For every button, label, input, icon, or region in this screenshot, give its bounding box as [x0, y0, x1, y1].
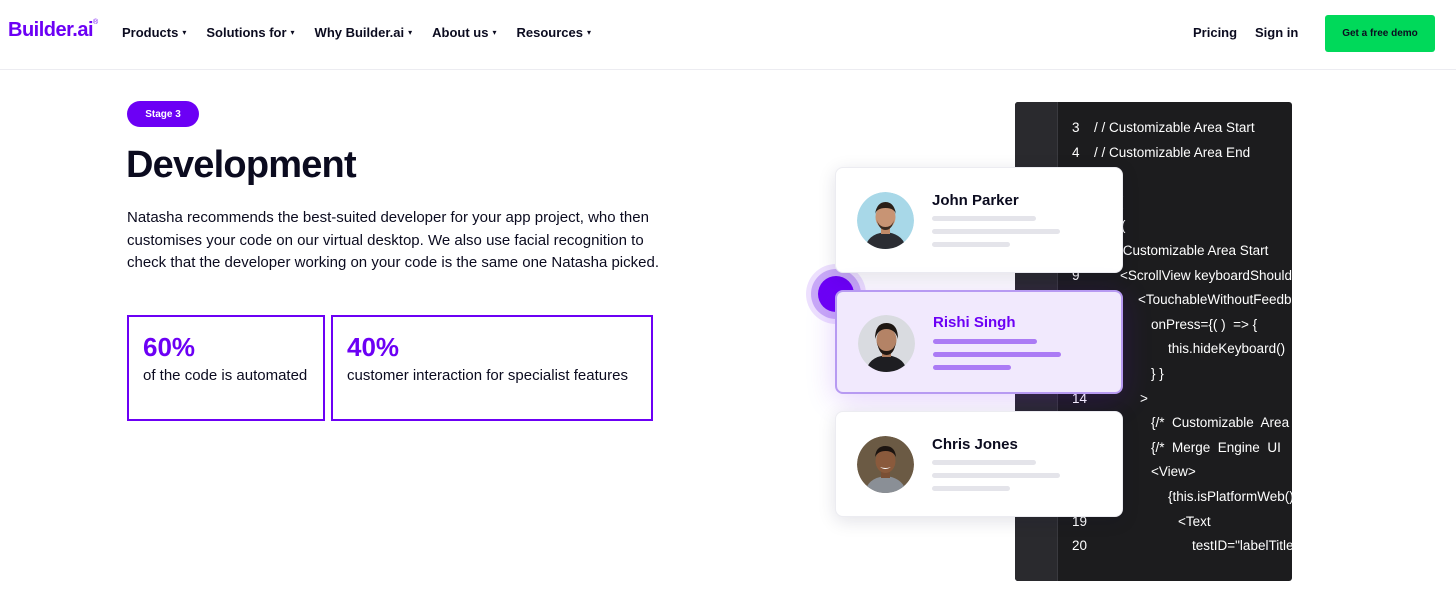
developer-name: Chris Jones — [932, 436, 1018, 453]
get-free-demo-button[interactable]: Get a free demo — [1325, 15, 1435, 52]
sign-in-link[interactable]: Sign in — [1255, 25, 1298, 40]
chevron-down-icon: ▾ — [408, 28, 413, 37]
code-text: <TouchableWithoutFeedback — [1138, 292, 1292, 308]
avatar-photo — [858, 315, 915, 372]
placeholder-bar — [932, 242, 1010, 247]
avatar — [858, 315, 915, 372]
placeholder-bar — [932, 486, 1010, 491]
avatar — [857, 192, 914, 249]
page-title: Development — [126, 144, 357, 186]
builder-logo[interactable]: Builder.ai® — [8, 19, 98, 42]
code-line: 4 / / Customizable Area End — [1015, 145, 1292, 167]
stat-card: 40% customer interaction for specialist … — [331, 315, 653, 421]
menu-label: Resources — [516, 25, 583, 40]
code-text: {/* Customizable Area — [1151, 415, 1290, 431]
stat-card: 60% of the code is automated — [127, 315, 325, 421]
main-menu: Products ▾ Solutions for ▾ Why Builder.ai ▾… — [122, 25, 611, 40]
placeholder-bar — [933, 365, 1011, 370]
code-text: / / Customizable Area Start — [1094, 120, 1255, 135]
code-text: {this.isPlatformWeb() — [1168, 489, 1292, 504]
developer-card[interactable]: Chris Jones — [835, 411, 1123, 517]
developer-name: Rishi Singh — [933, 314, 1016, 331]
code-text: onPress={( ) => { — [1151, 316, 1258, 332]
menu-item-solutions[interactable]: Solutions for ▾ — [206, 25, 294, 40]
logo-registered-mark: ® — [93, 19, 98, 27]
code-text: this.hideKeyboard() — [1168, 341, 1286, 357]
code-text: testID="labelTitle" — [1192, 538, 1292, 554]
placeholder-bar — [932, 473, 1060, 478]
chevron-down-icon: ▾ — [182, 28, 187, 37]
menu-label: Why Builder.ai — [314, 25, 405, 40]
line-number: 4 — [1072, 144, 1080, 160]
menu-item-resources[interactable]: Resources ▾ — [516, 25, 591, 40]
code-text: <ScrollView keyboardShouldPersistTaps — [1120, 267, 1292, 283]
stat-value: 60% — [143, 332, 196, 362]
menu-label: Products — [122, 25, 179, 40]
developer-name: John Parker — [932, 192, 1019, 209]
chevron-down-icon: ▾ — [290, 28, 295, 37]
chevron-down-icon: ▾ — [586, 28, 591, 37]
chevron-down-icon: ▾ — [492, 28, 497, 37]
line-number: 20 — [1072, 538, 1088, 554]
avatar — [857, 436, 914, 493]
menu-label: Solutions for — [206, 25, 287, 40]
placeholder-bar — [932, 460, 1036, 465]
code-text: <Text — [1178, 513, 1211, 529]
top-nav: Builder.ai® Products ▾ Solutions for ▾ Why… — [0, 0, 1456, 70]
stat-value: 40% — [347, 332, 400, 362]
menu-label: About us — [432, 25, 489, 40]
code-text: } } — [1151, 366, 1164, 381]
avatar-photo — [857, 436, 914, 493]
line-number: 3 — [1072, 120, 1080, 135]
developer-card-selected[interactable]: Rishi Singh — [835, 290, 1123, 394]
code-line: 3 / / Customizable Area Start — [1015, 120, 1292, 142]
menu-item-products[interactable]: Products ▾ — [122, 25, 186, 40]
stat-label: customer interaction for specialist feat… — [347, 367, 628, 384]
code-text: {/* Merge Engine UI — [1151, 439, 1281, 455]
placeholder-bar — [933, 339, 1037, 344]
stat-label: of the code is automated — [143, 367, 308, 384]
developer-card[interactable]: John Parker — [835, 167, 1123, 273]
pricing-link[interactable]: Pricing — [1193, 25, 1237, 40]
avatar-photo — [857, 192, 914, 249]
code-text: <View> — [1151, 464, 1196, 480]
placeholder-bar — [932, 216, 1036, 221]
placeholder-bar — [932, 229, 1060, 234]
code-line: 20 testID="labelTitle" — [1015, 538, 1292, 560]
placeholder-bar — [933, 352, 1061, 357]
code-text: > — [1140, 390, 1148, 406]
menu-item-why-builder[interactable]: Why Builder.ai ▾ — [315, 25, 413, 40]
menu-item-about-us[interactable]: About us ▾ — [432, 25, 496, 40]
code-text: / / Customizable Area Start — [1104, 243, 1269, 258]
stage-badge: Stage 3 — [127, 101, 199, 127]
code-text: / / Customizable Area End — [1094, 144, 1251, 160]
logo-text: Builder.ai — [8, 19, 94, 41]
section-description: Natasha recommends the best-suited devel… — [127, 209, 659, 271]
